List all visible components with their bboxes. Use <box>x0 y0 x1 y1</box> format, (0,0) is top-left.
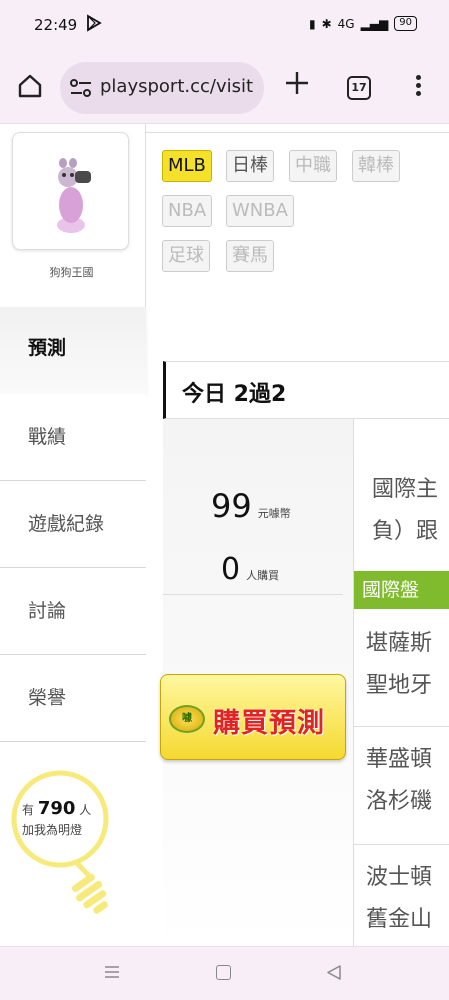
team-name: 洛杉磯 <box>366 789 433 814</box>
browser-toolbar: playsport.cc/visit 17 <box>0 52 449 124</box>
new-tab-icon[interactable] <box>284 70 310 96</box>
tab-count-button[interactable]: 17 <box>347 76 371 100</box>
fans-number: 790 <box>37 798 76 819</box>
status-icons: ▮ ✱ 4G ▂▄▆ 90 <box>309 16 417 31</box>
more-options-icon[interactable] <box>412 72 424 102</box>
fans-count: 有 790 人 加我為明燈 <box>22 799 91 840</box>
back-icon[interactable] <box>326 964 342 981</box>
avatar[interactable] <box>12 132 129 250</box>
filter-chip-soccer: 足球 <box>162 240 210 272</box>
game-title-line-1: 國際主 <box>372 477 439 502</box>
nav-home-icon[interactable] <box>216 965 231 980</box>
sidebar-item-predictions[interactable]: 預測 <box>0 307 146 394</box>
filter-chip-horse-racing: 賽馬 <box>226 240 274 272</box>
filter-chip-mlb[interactable]: MLB <box>162 150 212 182</box>
sidebar-menu: 預測 戰績 遊戲紀錄 討論 榮譽 <box>0 307 146 742</box>
status-time: 22:49 <box>34 16 78 34</box>
filter-chip-nba: NBA <box>162 195 213 227</box>
sidebar-item-discussion[interactable]: 討論 <box>0 568 146 655</box>
price-unit: 元噱幣 <box>257 507 291 520</box>
avatar-image <box>57 158 91 233</box>
price: 99 元噱幣 <box>211 487 291 525</box>
home-icon[interactable] <box>16 72 44 100</box>
price-column: 99 元噱幣 0 人購買 噱 購買預測 <box>160 419 353 946</box>
url-bar[interactable]: playsport.cc/visit <box>60 62 264 114</box>
system-nav-bar <box>0 946 449 1000</box>
sidebar-item-honors[interactable]: 榮譽 <box>0 655 146 742</box>
network-label: 4G <box>337 16 355 31</box>
prediction-panel: 今日 2過2 99 元噱幣 0 人購買 噱 購買預測 國際主 負）跟 國際盤 堪薩斯 <box>160 361 449 946</box>
fans-caption: 加我為明燈 <box>22 823 83 837</box>
coin-icon: 噱 <box>169 705 205 733</box>
team-name: 堪薩斯 <box>366 631 433 656</box>
buyers-unit: 人購買 <box>246 569 280 582</box>
signal-icon: ▂▄▆ <box>360 16 389 31</box>
url-text: playsport.cc/visit <box>100 76 254 97</box>
game-row[interactable]: 堪薩斯 聖地牙 <box>354 609 449 727</box>
game-row[interactable]: 華盛頓 洛杉磯 <box>354 727 449 845</box>
game-column: 國際主 負）跟 國際盤 堪薩斯 聖地牙 華盛頓 洛杉磯 波士頓 舊金山 <box>353 419 449 946</box>
fans-unit: 人 <box>79 803 92 817</box>
filter-chip-kbo: 韓棒 <box>352 150 400 182</box>
sidebar-item-record[interactable]: 戰績 <box>0 394 146 481</box>
filter-chip-cpbl: 中職 <box>289 150 337 182</box>
buyers-count: 0 人購買 <box>221 552 279 587</box>
battery-icon: 90 <box>394 16 417 31</box>
divider <box>163 594 343 595</box>
game-title-line-2: 負）跟 <box>372 519 439 544</box>
site-settings-icon[interactable] <box>70 78 92 98</box>
game-row[interactable]: 波士頓 舊金山 <box>354 845 449 946</box>
price-value: 99 <box>211 487 252 525</box>
today-header: 今日 2過2 <box>163 361 449 419</box>
filter-chip-npb[interactable]: 日棒 <box>226 150 274 182</box>
play-store-icon <box>87 14 102 32</box>
page-content: 狗狗王國 MLB 日棒 中職 韓棒 NBA WNBA 足球 賽馬 預測 戰績 遊… <box>0 124 449 946</box>
recent-apps-icon[interactable] <box>104 965 120 979</box>
filter-chip-wnba: WNBA <box>226 195 294 227</box>
team-name: 舊金山 <box>366 907 433 932</box>
follow-lamp[interactable]: 有 790 人 加我為明燈 <box>0 739 146 939</box>
today-label: 今日 2過2 <box>182 382 287 407</box>
buy-prediction-label: 購買預測 <box>213 708 325 739</box>
status-bar: 22:49 ▮ ✱ 4G ▂▄▆ 90 <box>0 0 449 52</box>
team-name: 華盛頓 <box>366 747 433 772</box>
league-filter-panel: MLB 日棒 中職 韓棒 NBA WNBA 足球 賽馬 <box>146 132 449 307</box>
fans-prefix: 有 <box>22 803 35 817</box>
game-title: 國際主 負）跟 <box>372 469 438 553</box>
sidebar-item-game-history[interactable]: 遊戲紀錄 <box>0 481 146 568</box>
team-name: 波士頓 <box>366 865 433 890</box>
odds-header: 國際盤 <box>354 571 449 609</box>
team-name: 聖地牙 <box>366 673 433 698</box>
buyers-value: 0 <box>221 552 241 587</box>
profile-name: 狗狗王國 <box>49 266 94 279</box>
vibrate-icon: ▮ <box>308 16 316 31</box>
bluetooth-icon: ✱ <box>321 16 332 31</box>
buy-prediction-button[interactable]: 噱 購買預測 <box>160 674 346 760</box>
